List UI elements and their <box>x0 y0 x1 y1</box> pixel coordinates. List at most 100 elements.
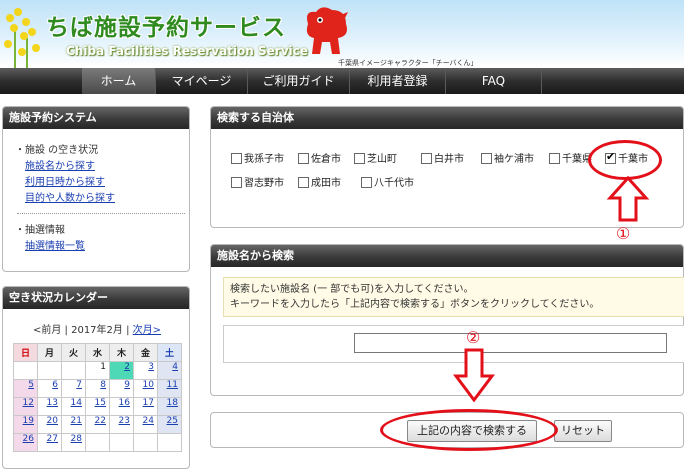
calendar-day-link[interactable]: 25 <box>167 416 178 426</box>
calendar-day-cell[interactable]: 14 <box>61 397 86 416</box>
calendar-day-link[interactable]: 6 <box>52 380 58 390</box>
site-logo-title[interactable]: ちば施設予約サービス <box>46 8 286 42</box>
calendar-day-link[interactable]: 18 <box>167 398 178 408</box>
link-search-by-purpose[interactable]: 目的や人数から探す <box>15 191 115 207</box>
calendar-day-link[interactable]: 9 <box>124 380 130 390</box>
calendar-day-link[interactable]: 27 <box>47 434 58 444</box>
calendar-weekday-header: 日 <box>13 343 38 362</box>
calendar-day-link[interactable]: 19 <box>23 416 34 426</box>
nav-mypage[interactable]: マイページ <box>156 68 248 94</box>
annotation-circle-checkbox <box>588 140 662 180</box>
calendar-day-cell[interactable]: 22 <box>85 415 110 434</box>
calendar-day-cell[interactable]: 21 <box>61 415 86 434</box>
calendar-day-cell[interactable]: 2 <box>109 361 134 380</box>
calendar-day-cell[interactable]: 9 <box>109 379 134 398</box>
calendar-day-link[interactable]: 26 <box>23 434 34 444</box>
municipality-option[interactable]: 成田市 <box>298 177 341 190</box>
calendar-day-cell[interactable]: 11 <box>157 379 182 398</box>
calendar-day-link[interactable]: 3 <box>148 362 154 372</box>
calendar-day-link[interactable]: 21 <box>71 416 82 426</box>
calendar-day-cell[interactable]: 19 <box>13 415 38 434</box>
calendar-day-link[interactable]: 15 <box>95 398 106 408</box>
mascot-caption: 千葉県イメージキャラクター「チーバくん」 <box>338 59 478 67</box>
nav-register[interactable]: 利用者登録 <box>350 68 446 94</box>
facility-name-input[interactable] <box>354 333 667 353</box>
calendar-day-cell[interactable]: 6 <box>37 379 62 398</box>
municipality-label: 我孫子市 <box>244 154 284 165</box>
calendar-day-link[interactable]: 24 <box>143 416 154 426</box>
calendar-weekday-header: 火 <box>61 343 86 362</box>
calendar-panel: 空き状況カレンダー <前月 | 2017年2月 | 次月> 日月火水木金土 12… <box>2 286 190 469</box>
calendar-day-link[interactable]: 4 <box>172 362 178 372</box>
municipality-option[interactable]: 習志野市 <box>231 177 284 190</box>
municipality-option[interactable]: 袖ケ浦市 <box>481 153 534 166</box>
calendar-day-link[interactable]: 23 <box>119 416 130 426</box>
calendar-day-link[interactable]: 11 <box>167 380 178 390</box>
calendar-day-cell[interactable]: 3 <box>133 361 158 380</box>
checkbox[interactable] <box>231 153 242 164</box>
nav-home[interactable]: ホーム <box>82 68 156 94</box>
nav-guide[interactable]: ご利用ガイド <box>248 68 350 94</box>
calendar-day-cell[interactable]: 27 <box>37 433 62 452</box>
checkbox[interactable] <box>361 177 372 188</box>
calendar-day-cell[interactable]: 16 <box>109 397 134 416</box>
municipality-label: 芝山町 <box>367 154 397 165</box>
municipality-option[interactable]: 佐倉市 <box>298 153 341 166</box>
calendar-day-link[interactable]: 16 <box>119 398 130 408</box>
calendar-day-cell[interactable]: 23 <box>109 415 134 434</box>
calendar-day-cell[interactable]: 28 <box>61 433 86 452</box>
calendar-day-cell[interactable]: 18 <box>157 397 182 416</box>
calendar-empty-cell <box>109 433 134 452</box>
municipality-label: 八千代市 <box>374 178 414 189</box>
calendar-day-cell[interactable]: 12 <box>13 397 38 416</box>
municipality-option[interactable]: 八千代市 <box>361 177 414 190</box>
calendar-day-cell[interactable]: 17 <box>133 397 158 416</box>
municipality-label: 袖ケ浦市 <box>494 154 534 165</box>
checkbox[interactable] <box>549 153 560 164</box>
nav-faq[interactable]: FAQ <box>446 68 542 94</box>
calendar-day-cell[interactable]: 26 <box>13 433 38 452</box>
calendar-day-link[interactable]: 12 <box>23 398 34 408</box>
calendar-day-link[interactable]: 17 <box>143 398 154 408</box>
calendar-day-link[interactable]: 28 <box>71 434 82 444</box>
checkbox[interactable] <box>481 153 492 164</box>
calendar-day-cell[interactable]: 8 <box>85 379 110 398</box>
calendar-day-link[interactable]: 20 <box>47 416 58 426</box>
calendar-day-cell[interactable]: 25 <box>157 415 182 434</box>
calendar-day-cell[interactable]: 13 <box>37 397 62 416</box>
calendar-day-link[interactable]: 5 <box>28 380 34 390</box>
calendar-day-link[interactable]: 7 <box>76 380 82 390</box>
link-search-by-date[interactable]: 利用日時から探す <box>15 175 115 191</box>
municipality-option[interactable]: 千葉県 <box>549 153 592 166</box>
calendar-week-row: 12 13 14 15 16 17 18 <box>13 397 182 416</box>
calendar-day-cell[interactable]: 4 <box>157 361 182 380</box>
calendar-day-link[interactable]: 13 <box>47 398 58 408</box>
checkbox[interactable] <box>421 153 432 164</box>
municipality-option[interactable]: 芝山町 <box>354 153 397 166</box>
checkbox[interactable] <box>298 153 309 164</box>
calendar-day-cell[interactable]: 15 <box>85 397 110 416</box>
system-panel-title: 施設予約システム <box>3 107 189 129</box>
checkbox[interactable] <box>354 153 365 164</box>
checkbox[interactable] <box>298 177 309 188</box>
calendar-day-cell[interactable]: 24 <box>133 415 158 434</box>
calendar-day-link[interactable]: 22 <box>95 416 106 426</box>
calendar-next-month[interactable]: 次月> <box>133 325 161 336</box>
calendar-week-row: 26 27 28 <box>13 433 182 452</box>
link-lottery-list[interactable]: 抽選情報一覧 <box>15 239 85 255</box>
municipality-option[interactable]: 我孫子市 <box>231 153 284 166</box>
calendar-day-cell[interactable]: 20 <box>37 415 62 434</box>
calendar-day-link[interactable]: 2 <box>124 362 130 372</box>
reset-button[interactable]: リセット <box>554 420 612 442</box>
calendar-day-link[interactable]: 8 <box>100 380 106 390</box>
calendar-day-link[interactable]: 14 <box>71 398 82 408</box>
link-search-by-name[interactable]: 施設名から探す <box>15 159 115 175</box>
system-panel: 施設予約システム ・施設 の空き状況 施設名から探す 利用日時から探す 目的や人… <box>2 106 190 272</box>
calendar-day-cell[interactable]: 7 <box>61 379 86 398</box>
checkbox[interactable] <box>231 177 242 188</box>
calendar-day-cell[interactable]: 10 <box>133 379 158 398</box>
calendar-prev-month[interactable]: <前月 <box>33 325 61 336</box>
calendar-day-cell[interactable]: 5 <box>13 379 38 398</box>
municipality-option[interactable]: 白井市 <box>421 153 464 166</box>
calendar-day-link[interactable]: 10 <box>143 380 154 390</box>
